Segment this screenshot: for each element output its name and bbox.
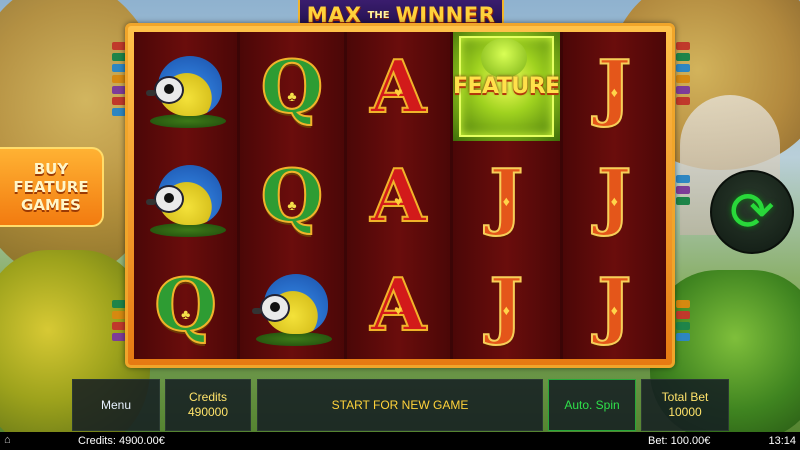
reels-grid: Q ♣ Q ♣ Q ♣ A ♥ A ♥ A ♥ FEATURE J ♦ J ♦ J ♦ J ♦ J ♦: [134, 32, 666, 359]
symbol-a: A ♥: [347, 250, 450, 359]
menu-button[interactable]: Menu: [72, 379, 160, 431]
acorn-icon: [480, 38, 527, 78]
status-bet: Bet: 100.00€: [648, 435, 711, 447]
reel-5: J ♦ J ♦ J ♦: [562, 32, 666, 359]
payline-indicators-right: [676, 42, 690, 108]
diamond-icon: ♦: [610, 193, 618, 209]
heart-icon: ♥: [394, 193, 403, 209]
symbol-j: J ♦: [563, 141, 666, 250]
payline-marker: [676, 86, 690, 94]
bird-icon: [250, 260, 334, 350]
club-icon: ♣: [287, 88, 297, 104]
payline-marker: [112, 108, 126, 116]
payline-marker: [676, 322, 690, 330]
symbol-q: Q ♣: [240, 32, 343, 141]
auto-spin-label: Auto. Spin: [564, 397, 620, 412]
payline-marker: [112, 64, 126, 72]
total-bet-button[interactable]: Total Bet 10000: [641, 379, 729, 431]
payline-marker: [676, 97, 690, 105]
buy-feature-button[interactable]: BUY FEATURE GAMES: [0, 147, 104, 227]
reel-2: Q ♣ Q ♣: [240, 32, 344, 359]
reels-frame: Q ♣ Q ♣ Q ♣ A ♥ A ♥ A ♥ FEATURE J ♦ J ♦ J ♦ J ♦ J ♦: [125, 23, 675, 368]
credits-display: Credits 490000: [165, 379, 251, 431]
symbol-letter: Q: [260, 152, 325, 238]
buy-feature-label: BUY FEATURE GAMES: [13, 160, 89, 214]
club-icon: ♣: [181, 306, 191, 322]
symbol-q: Q ♣: [240, 141, 343, 250]
payline-indicators-left: [112, 42, 126, 119]
bird-icon: [144, 151, 228, 241]
credits-value: 490000: [187, 405, 229, 419]
payline-marker: [676, 75, 690, 83]
status-bar: ⌂ Credits: 4900.00€ Bet: 100.00€ 13:14: [0, 432, 800, 450]
game-message: START FOR NEW GAME: [257, 379, 543, 431]
symbol-feature: FEATURE: [452, 32, 560, 141]
payline-indicators-left-lower: [112, 300, 126, 344]
payline-marker: [676, 197, 690, 205]
symbol-a: A ♥: [347, 32, 450, 141]
payline-marker: [112, 86, 126, 94]
symbol-bird: [134, 32, 237, 141]
symbol-j: J ♦: [453, 250, 560, 359]
spin-button[interactable]: ⟳: [710, 170, 794, 254]
diamond-icon: ♦: [502, 193, 510, 209]
payline-marker: [112, 75, 126, 83]
game-message-text: START FOR NEW GAME: [331, 397, 469, 412]
refresh-arrows-icon: ⟳: [729, 182, 775, 242]
symbol-letter: Q: [153, 261, 218, 347]
payline-marker: [112, 300, 126, 308]
feature-symbol-label: FEATURE: [452, 74, 560, 99]
symbol-bird: [134, 141, 237, 250]
payline-marker: [112, 97, 126, 105]
payline-marker: [676, 311, 690, 319]
title-word-the: THE: [367, 9, 390, 21]
reel-4: FEATURE J ♦ J ♦: [452, 32, 560, 359]
payline-marker: [676, 333, 690, 341]
home-icon[interactable]: ⌂: [4, 434, 11, 446]
diamond-icon: ♦: [610, 302, 618, 318]
heart-icon: ♥: [394, 84, 403, 100]
credits-label: Credits: [188, 390, 227, 404]
payline-indicators-right-lower: [676, 300, 690, 344]
payline-marker: [676, 175, 690, 183]
symbol-letter: Q: [260, 43, 325, 129]
payline-indicators-right-mid: [676, 175, 690, 208]
diamond-icon: ♦: [610, 84, 618, 100]
symbol-a: A ♥: [347, 141, 450, 250]
total-bet-value: 10000: [668, 405, 702, 419]
status-credits: Credits: 4900.00€: [78, 435, 165, 447]
payline-marker: [112, 42, 126, 50]
auto-spin-button[interactable]: Auto. Spin: [548, 379, 636, 431]
bird-icon: [144, 42, 228, 132]
payline-marker: [112, 53, 126, 61]
reel-3: A ♥ A ♥ A ♥: [346, 32, 450, 359]
payline-marker: [676, 53, 690, 61]
club-icon: ♣: [287, 197, 297, 213]
payline-marker: [112, 311, 126, 319]
status-time: 13:14: [768, 435, 796, 447]
payline-marker: [676, 186, 690, 194]
symbol-bird: [240, 250, 343, 359]
diamond-icon: ♦: [502, 302, 510, 318]
menu-label: Menu: [100, 397, 132, 412]
symbol-j: J ♦: [563, 250, 666, 359]
symbol-j: J ♦: [563, 32, 666, 141]
payline-marker: [112, 322, 126, 330]
reel-1: Q ♣: [134, 32, 238, 359]
symbol-j: J ♦: [453, 141, 560, 250]
payline-marker: [676, 64, 690, 72]
heart-icon: ♥: [394, 302, 403, 318]
payline-marker: [112, 333, 126, 341]
symbol-q: Q ♣: [134, 250, 237, 359]
payline-marker: [676, 42, 690, 50]
total-bet-label: Total Bet: [661, 390, 709, 404]
payline-marker: [676, 300, 690, 308]
